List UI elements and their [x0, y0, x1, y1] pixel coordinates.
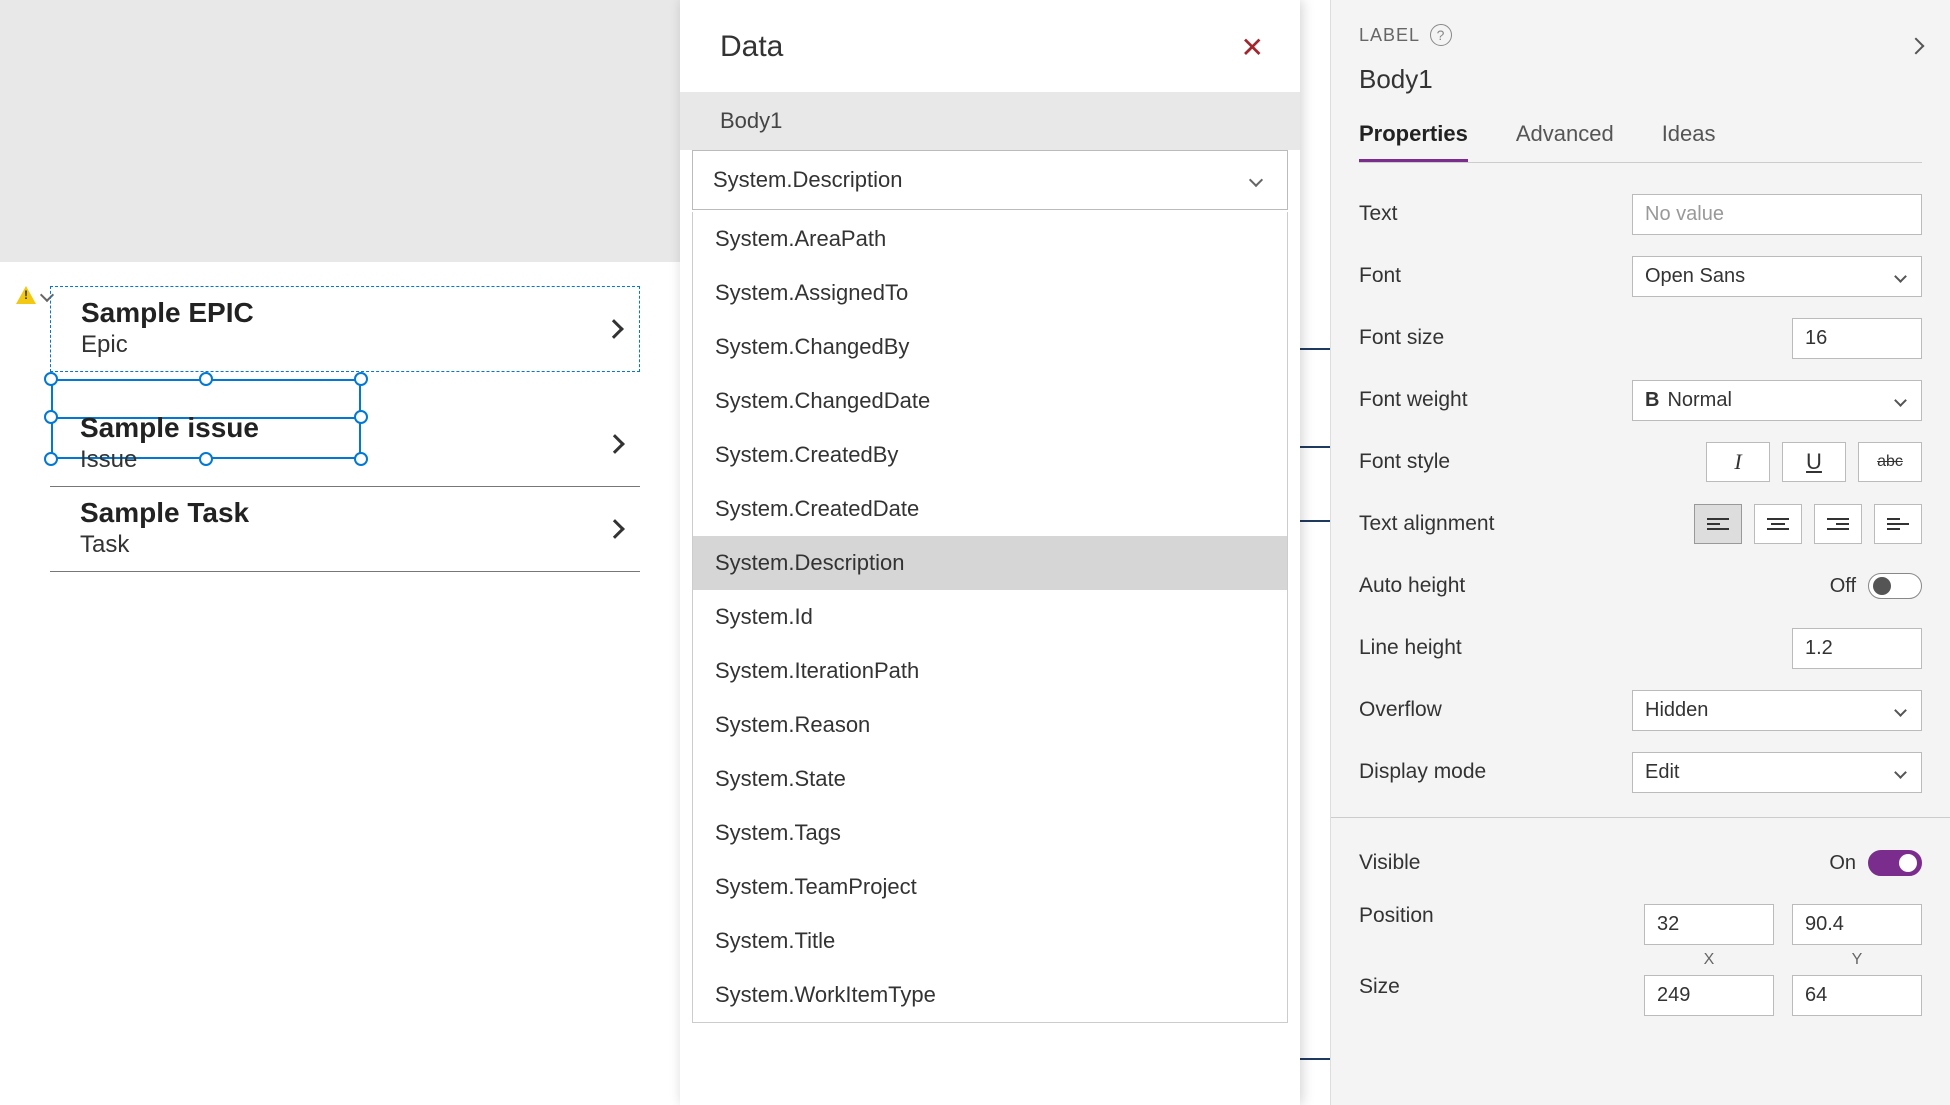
- canvas-tree-toggle[interactable]: [16, 286, 52, 304]
- tab-properties[interactable]: Properties: [1359, 121, 1468, 162]
- font-weight-select[interactable]: BNormal: [1632, 380, 1922, 421]
- dropdown-option[interactable]: System.ChangedBy: [693, 320, 1287, 374]
- chevron-down-icon: [1894, 704, 1907, 717]
- position-x-input[interactable]: 32: [1644, 904, 1774, 945]
- overflow-select[interactable]: Hidden: [1632, 690, 1922, 731]
- properties-panel: LABEL ? Body1 Properties Advanced Ideas …: [1330, 0, 1950, 1105]
- prop-label-text-alignment: Text alignment: [1359, 512, 1494, 536]
- dropdown-option[interactable]: System.CreatedBy: [693, 428, 1287, 482]
- dropdown-option[interactable]: System.Id: [693, 590, 1287, 644]
- strikethrough-button[interactable]: abc: [1858, 442, 1922, 482]
- position-y-input[interactable]: 90.4: [1792, 904, 1922, 945]
- dropdown-option[interactable]: System.WorkItemType: [693, 968, 1287, 1022]
- tab-advanced[interactable]: Advanced: [1516, 121, 1614, 162]
- position-y-label: Y: [1792, 951, 1922, 969]
- dropdown-option[interactable]: System.State: [693, 752, 1287, 806]
- warning-icon: [16, 286, 36, 304]
- gallery-item-title: Sample Task: [80, 497, 640, 529]
- data-panel: Data ✕ Body1 System.Description System.A…: [680, 0, 1300, 1105]
- prop-label-auto-height: Auto height: [1359, 574, 1465, 598]
- dropdown-option[interactable]: System.Title: [693, 914, 1287, 968]
- gallery-item[interactable]: Sample EPIC Epic: [50, 286, 640, 372]
- gallery-item[interactable]: Sample issue Issue: [50, 402, 640, 486]
- control-name: Body1: [1359, 64, 1922, 95]
- gallery-separator: [50, 571, 640, 572]
- position-x-label: X: [1644, 951, 1774, 969]
- align-left-button[interactable]: [1694, 504, 1742, 544]
- prop-label-font-size: Font size: [1359, 326, 1444, 350]
- dropdown-option[interactable]: System.Description: [693, 536, 1287, 590]
- canvas-header-placeholder: [0, 0, 680, 262]
- prop-label-text: Text: [1359, 202, 1398, 226]
- chevron-down-icon: [1249, 173, 1263, 187]
- auto-height-state: Off: [1830, 575, 1856, 598]
- prop-label-font: Font: [1359, 264, 1401, 288]
- auto-height-toggle[interactable]: [1868, 573, 1922, 599]
- dropdown-option[interactable]: System.TeamProject: [693, 860, 1287, 914]
- prop-label-size: Size: [1359, 975, 1400, 999]
- size-height-input[interactable]: 64: [1792, 975, 1922, 1016]
- align-justify-button[interactable]: [1874, 504, 1922, 544]
- prop-label-overflow: Overflow: [1359, 698, 1442, 722]
- prop-label-position: Position: [1359, 904, 1434, 928]
- size-width-input[interactable]: 249: [1644, 975, 1774, 1016]
- canvas-area: Sample EPIC Epic Sample is: [0, 0, 680, 1105]
- align-center-button[interactable]: [1754, 504, 1802, 544]
- chevron-down-icon: [1894, 270, 1907, 283]
- dropdown-option[interactable]: System.CreatedDate: [693, 482, 1287, 536]
- gallery-item-subtitle: Task: [80, 531, 640, 559]
- prop-label-font-weight: Font weight: [1359, 388, 1468, 412]
- properties-tabs: Properties Advanced Ideas: [1359, 121, 1922, 163]
- gallery-item-subtitle: Issue: [80, 446, 640, 474]
- text-input[interactable]: No value: [1632, 194, 1922, 235]
- font-select[interactable]: Open Sans: [1632, 256, 1922, 297]
- gallery-item-subtitle: Epic: [81, 331, 639, 359]
- prop-label-line-height: Line height: [1359, 636, 1462, 660]
- line-height-input[interactable]: 1.2: [1792, 628, 1922, 669]
- dropdown-option[interactable]: System.AssignedTo: [693, 266, 1287, 320]
- underline-button[interactable]: U: [1782, 442, 1846, 482]
- prop-label-display-mode: Display mode: [1359, 760, 1486, 784]
- font-size-input[interactable]: 16: [1792, 318, 1922, 359]
- prop-label-visible: Visible: [1359, 851, 1420, 875]
- dropdown-option[interactable]: System.IterationPath: [693, 644, 1287, 698]
- gallery-item-title: Sample issue: [80, 412, 640, 444]
- data-field-select[interactable]: System.Description: [692, 150, 1288, 210]
- visible-state: On: [1829, 852, 1856, 875]
- tab-ideas[interactable]: Ideas: [1662, 121, 1716, 162]
- help-icon[interactable]: ?: [1430, 24, 1452, 46]
- data-field-dropdown-list: System.AreaPath System.AssignedTo System…: [692, 212, 1288, 1023]
- data-panel-title: Data: [720, 30, 783, 64]
- gallery-item[interactable]: Sample Task Task: [50, 487, 640, 571]
- prop-label-font-style: Font style: [1359, 450, 1450, 474]
- chevron-down-icon: [1894, 766, 1907, 779]
- data-field-select-value: System.Description: [713, 167, 903, 193]
- visible-toggle[interactable]: [1868, 850, 1922, 876]
- chevron-down-icon: [1894, 394, 1907, 407]
- close-icon[interactable]: ✕: [1241, 31, 1264, 64]
- control-type-label: LABEL: [1359, 25, 1420, 46]
- section-divider: [1331, 817, 1950, 818]
- gallery-item-title: Sample EPIC: [81, 297, 639, 329]
- data-panel-section-label: Body1: [680, 92, 1300, 150]
- display-mode-select[interactable]: Edit: [1632, 752, 1922, 793]
- dropdown-option[interactable]: System.Tags: [693, 806, 1287, 860]
- dropdown-option[interactable]: System.Reason: [693, 698, 1287, 752]
- dropdown-option[interactable]: System.AreaPath: [693, 212, 1287, 266]
- italic-button[interactable]: I: [1706, 442, 1770, 482]
- dropdown-option[interactable]: System.ChangedDate: [693, 374, 1287, 428]
- align-right-button[interactable]: [1814, 504, 1862, 544]
